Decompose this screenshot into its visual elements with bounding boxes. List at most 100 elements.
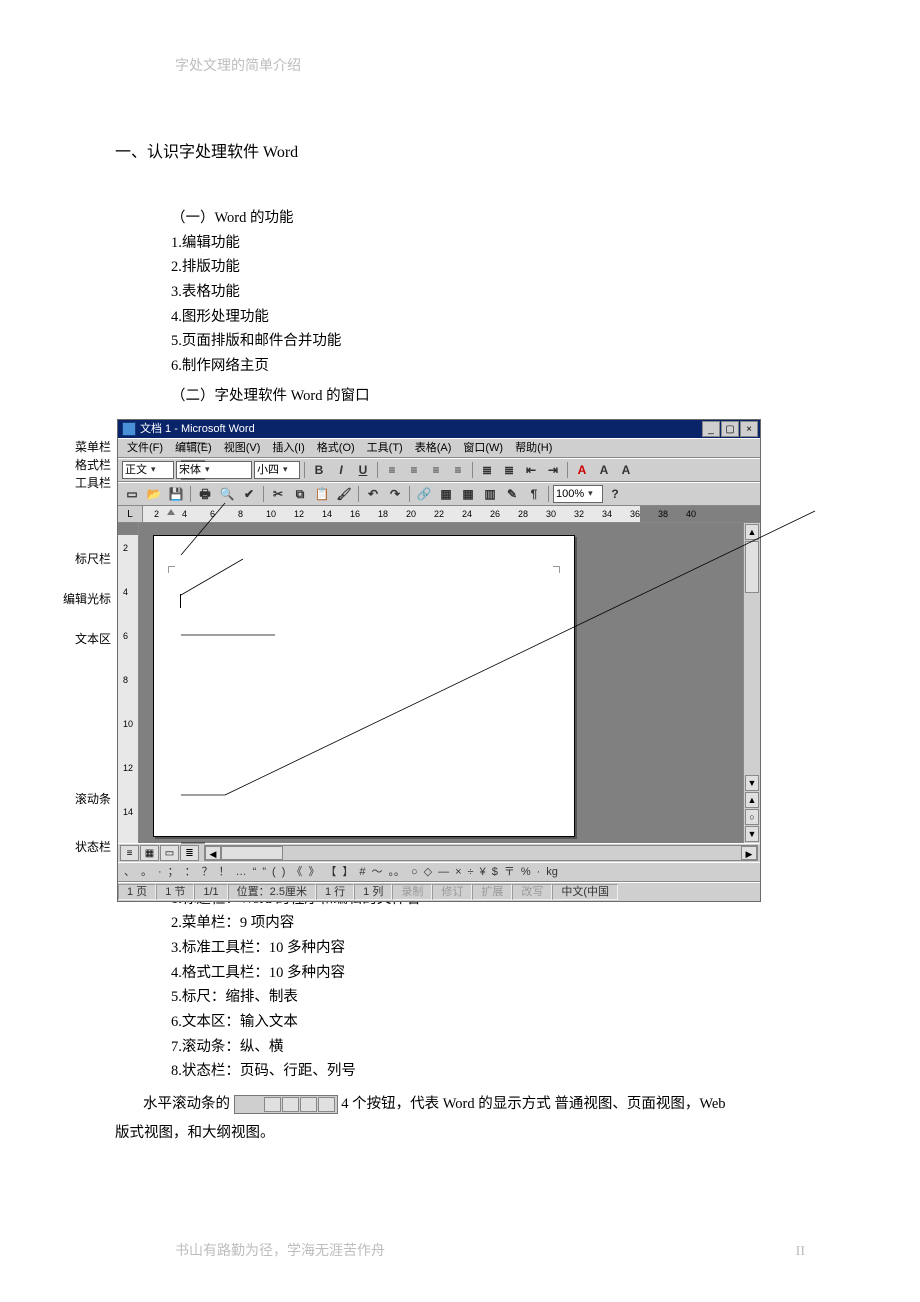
columns-button[interactable]: ▥ <box>480 484 500 504</box>
close-button[interactable]: × <box>740 421 758 437</box>
menu-bar[interactable]: 文件(F) 编辑(E) 视图(V) 插入(I) 格式(O) 工具(T) 表格(A… <box>118 438 760 458</box>
symbol-button[interactable]: # <box>359 863 365 882</box>
normal-view-button[interactable]: ≡ <box>120 845 139 861</box>
numbered-list-button[interactable]: ≣ <box>477 460 497 480</box>
menu-file[interactable]: 文件(F) <box>122 439 168 458</box>
symbol-button[interactable]: ” <box>262 863 266 882</box>
align-center-button[interactable]: ≡ <box>404 460 424 480</box>
new-button[interactable]: ▭ <box>122 484 142 504</box>
excel-button[interactable]: ▦ <box>458 484 478 504</box>
menu-window[interactable]: 窗口(W) <box>458 439 508 458</box>
prev-page-button[interactable]: ▲ <box>745 792 759 808</box>
undo-button[interactable]: ↶ <box>363 484 383 504</box>
char-scale-button[interactable]: A <box>594 460 614 480</box>
horizontal-ruler[interactable]: 246810121416182022242628303234363840 <box>143 506 760 522</box>
format-painter-button[interactable]: 🖌 <box>334 484 354 504</box>
symbol-button[interactable]: kg <box>546 863 558 882</box>
page-paper[interactable] <box>153 535 575 837</box>
size-combo[interactable]: 小四▾ <box>254 461 300 479</box>
menu-table[interactable]: 表格(A) <box>410 439 457 458</box>
bullet-list-button[interactable]: ≣ <box>499 460 519 480</box>
symbol-button[interactable]: 。。 <box>388 863 405 882</box>
symbol-button[interactable]: 】 <box>342 863 353 882</box>
ruler-corner[interactable]: L <box>118 506 143 522</box>
bold-button[interactable]: B <box>309 460 329 480</box>
title-bar[interactable]: 文档 1 - Microsoft Word _ ▢ × <box>118 420 760 438</box>
symbol-button[interactable]: ？ <box>202 863 213 882</box>
symbol-button[interactable]: ) <box>282 863 286 882</box>
print-button[interactable]: 🖶 <box>195 484 215 504</box>
align-left-button[interactable]: ≡ <box>382 460 402 480</box>
font-combo[interactable]: 宋体▾ <box>176 461 252 479</box>
horizontal-scrollbar[interactable]: ◀ ▶ <box>204 845 758 861</box>
symbol-button[interactable]: · <box>158 863 162 882</box>
table-button[interactable]: ▦ <box>436 484 456 504</box>
symbol-button[interactable]: 》 <box>308 863 319 882</box>
symbol-button[interactable]: 【 <box>325 863 336 882</box>
web-view-button[interactable]: ▦ <box>140 845 159 861</box>
symbol-button[interactable]: 。 <box>141 863 152 882</box>
menu-edit[interactable]: 编辑(E) <box>170 439 217 458</box>
symbol-button[interactable]: ( <box>272 863 276 882</box>
help-button[interactable]: ? <box>605 484 625 504</box>
preview-button[interactable]: 🔍 <box>217 484 237 504</box>
menu-insert[interactable]: 插入(I) <box>267 439 309 458</box>
symbol-button[interactable]: 〒 <box>504 863 515 882</box>
menu-help[interactable]: 帮助(H) <box>510 439 557 458</box>
zoom-combo[interactable]: 100%▾ <box>553 485 603 503</box>
menu-tools[interactable]: 工具(T) <box>362 439 408 458</box>
paste-button[interactable]: 📋 <box>312 484 332 504</box>
minimize-button[interactable]: _ <box>702 421 720 437</box>
scroll-thumb[interactable] <box>221 846 283 860</box>
print-view-button[interactable]: ▭ <box>160 845 179 861</box>
symbol-button[interactable]: ！ <box>219 863 230 882</box>
spell-button[interactable]: ✔ <box>239 484 259 504</box>
copy-button[interactable]: ⧉ <box>290 484 310 504</box>
drawing-button[interactable]: ✎ <box>502 484 522 504</box>
font-color-button[interactable]: A <box>572 460 592 480</box>
symbol-button[interactable]: … <box>236 863 247 882</box>
align-right-button[interactable]: ≡ <box>426 460 446 480</box>
formatting-toolbar[interactable]: 正文▾ 宋体▾ 小四▾ B I U ≡ ≡ ≡ ≡ ≣ ≣ ⇤ ⇥ <box>118 458 760 482</box>
symbol-button[interactable]: ～ <box>371 863 382 882</box>
italic-button[interactable]: I <box>331 460 351 480</box>
scroll-right-button[interactable]: ▶ <box>741 846 757 860</box>
symbol-button[interactable]: ◇ <box>424 863 432 882</box>
symbol-button[interactable]: ： <box>185 863 196 882</box>
hyperlink-button[interactable]: 🔗 <box>414 484 434 504</box>
symbol-button[interactable]: 、 <box>124 863 135 882</box>
standard-toolbar[interactable]: ▭ 📂 💾 🖶 🔍 ✔ ✂ ⧉ 📋 🖌 ↶ ↷ 🔗 <box>118 482 760 506</box>
justify-button[interactable]: ≡ <box>448 460 468 480</box>
menu-view[interactable]: 视图(V) <box>219 439 266 458</box>
cut-button[interactable]: ✂ <box>268 484 288 504</box>
menu-format[interactable]: 格式(O) <box>312 439 360 458</box>
symbol-button[interactable]: × <box>455 863 461 882</box>
scroll-down-button[interactable]: ▼ <box>745 775 759 791</box>
redo-button[interactable]: ↷ <box>385 484 405 504</box>
map-button[interactable]: ¶ <box>524 484 544 504</box>
vertical-ruler[interactable]: 2468101214 <box>118 523 139 843</box>
next-page-button[interactable]: ▼ <box>745 826 759 842</box>
underline-button[interactable]: U <box>353 460 373 480</box>
symbol-button[interactable]: % <box>521 863 531 882</box>
symbol-button[interactable]: ○ <box>411 863 418 882</box>
outline-view-button[interactable]: ≣ <box>180 845 199 861</box>
symbol-button[interactable]: ； <box>168 863 179 882</box>
symbol-button[interactable]: “ <box>253 863 257 882</box>
symbol-button[interactable]: ÷ <box>468 863 474 882</box>
symbol-button[interactable]: — <box>438 863 449 882</box>
maximize-button[interactable]: ▢ <box>721 421 739 437</box>
browse-object-button[interactable]: ○ <box>745 809 759 825</box>
save-button[interactable]: 💾 <box>166 484 186 504</box>
style-combo[interactable]: 正文▾ <box>122 461 174 479</box>
symbol-button[interactable]: · <box>537 863 541 882</box>
indent-button[interactable]: ⇥ <box>543 460 563 480</box>
symbol-button[interactable]: ¥ <box>480 863 486 882</box>
scroll-thumb[interactable] <box>745 541 759 593</box>
scroll-up-button[interactable]: ▲ <box>745 524 759 540</box>
symbol-button[interactable]: 《 <box>291 863 302 882</box>
symbol-toolbar[interactable]: 、。·；：？！…“”()《》【】#～。。○◇—×÷¥$〒%·kg <box>118 862 760 882</box>
open-button[interactable]: 📂 <box>144 484 164 504</box>
scroll-left-button[interactable]: ◀ <box>205 846 221 860</box>
outdent-button[interactable]: ⇤ <box>521 460 541 480</box>
